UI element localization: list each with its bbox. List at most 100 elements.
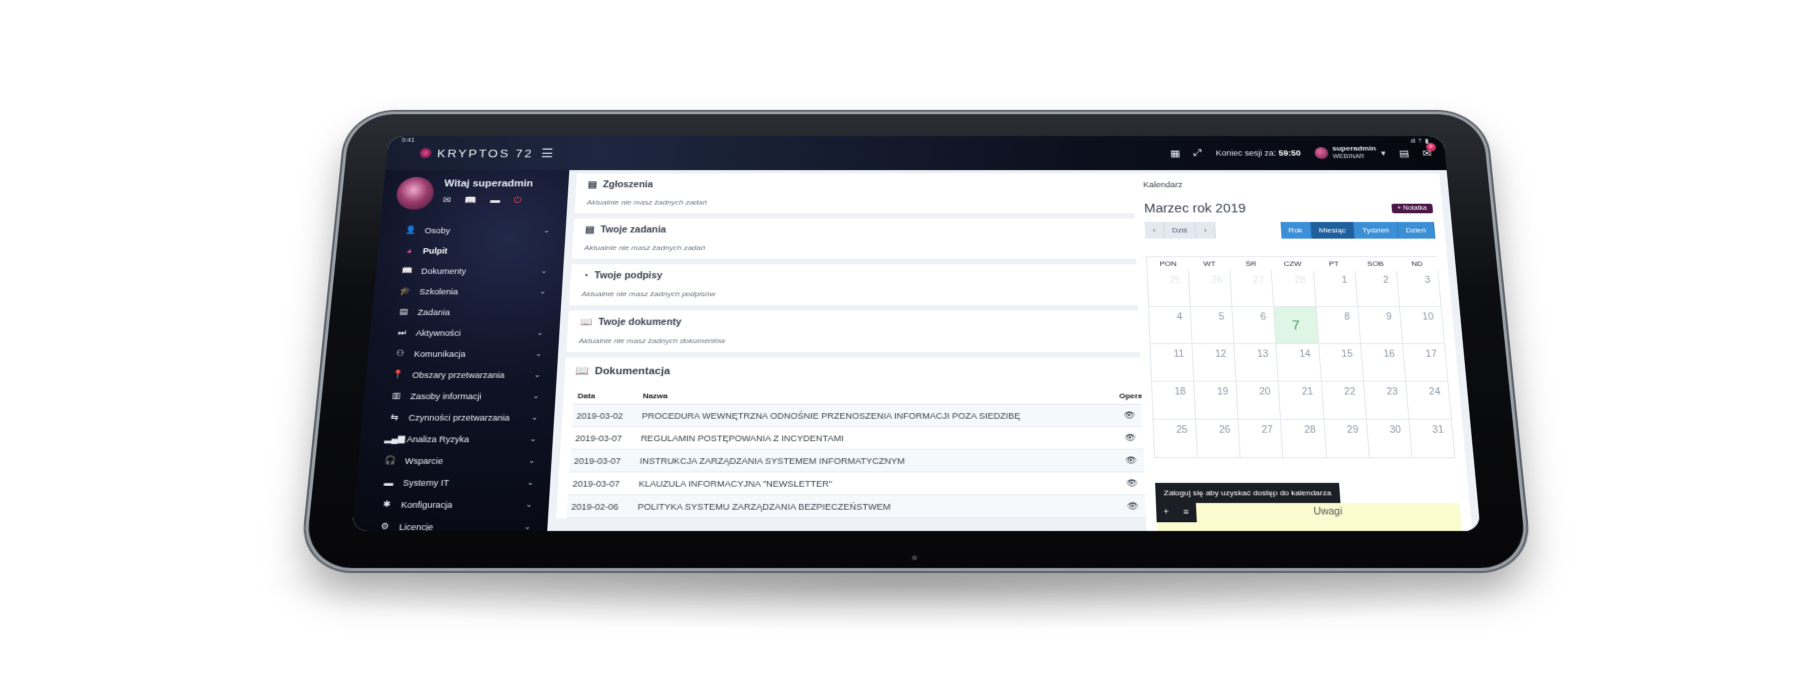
sidebar-item-analiza-ryzyka[interactable]: ▂▄▆ Analiza Ryzyka ⌄ [359, 428, 553, 450]
document-name[interactable]: PROCEDURA WEWNĘTRZNA ODNOŚNIE PRZENOSZEN… [637, 404, 1101, 427]
calendar-day[interactable]: 28 [1281, 419, 1327, 459]
calendar-day[interactable]: 27 [1238, 419, 1284, 459]
document-name[interactable]: KLAUZULA INFORMACYJNA "NEWSLETTER" [634, 471, 1103, 495]
sidebar-item-komunikacja[interactable]: ⚇ Komunikacja ⌄ [367, 343, 559, 364]
calendar-day[interactable]: 13 [1234, 344, 1280, 382]
sidebar-item-licencje[interactable]: ⚙ Licencje ⌄ [351, 516, 548, 531]
sitemap-icon[interactable]: ▦ [1170, 148, 1181, 158]
sidebar-item-szkolenia[interactable]: 🎓 Szkolenia ⌄ [373, 281, 563, 302]
calendar-day[interactable]: 23 [1363, 381, 1410, 420]
document-name[interactable]: POLITYKA SYSTEMU ZARZĄDZANIA BEZPIECZEŃS… [632, 494, 1104, 518]
calendar-day[interactable]: 31 [1409, 419, 1456, 459]
table-row[interactable]: 2019-03-07 KLAUZULA INFORMACYJNA "NEWSLET… [567, 471, 1162, 495]
table-row[interactable]: 2019-03-07 INSTRUKCJA ZARZĄDZANIA SYSTEME… [569, 449, 1161, 472]
sidebar-item-zasoby-informacji[interactable]: ▥ Zasoby informacji ⌄ [363, 385, 556, 406]
calendar-day[interactable]: 26 [1196, 419, 1241, 459]
chevron-down-icon: ⌄ [535, 349, 543, 358]
calendar-day[interactable]: 18 [1152, 381, 1197, 420]
view-button-0[interactable]: Rok [1280, 221, 1312, 239]
calendar-day[interactable]: 30 [1366, 419, 1413, 459]
calendar-day[interactable]: 27 [1230, 270, 1275, 307]
calendar-day[interactable]: 4 [1149, 306, 1193, 345]
calendar-day[interactable]: 21 [1279, 381, 1325, 420]
sidebar-item-zadania[interactable]: ▤ Zadania [371, 302, 561, 323]
calendar-day[interactable]: 14 [1276, 344, 1322, 382]
calendar-day[interactable]: 24 [1406, 381, 1452, 420]
calendar-day[interactable]: 9 [1358, 306, 1403, 345]
calendar-day[interactable]: 19 [1194, 381, 1239, 420]
mail-badge: 0 [1425, 142, 1437, 151]
tasks-icon[interactable]: ▤ [1399, 148, 1410, 158]
next-month-button[interactable]: › [1195, 221, 1216, 239]
app-logo[interactable]: KRYPTOS 72 [419, 147, 534, 159]
calendar-day[interactable]: 15 [1318, 344, 1364, 382]
flag-icon[interactable]: ▬ [490, 196, 500, 206]
column-name[interactable]: Nazwa [638, 388, 1100, 405]
calendar-day[interactable]: 25 [1147, 270, 1191, 307]
calendar-day[interactable]: 8 [1316, 306, 1361, 345]
envelope-icon[interactable]: ✉ [442, 196, 451, 206]
profile-avatar[interactable] [395, 176, 436, 210]
calendar-day[interactable]: 11 [1150, 344, 1195, 382]
widget-icon: ▤ [587, 180, 598, 190]
calendar-day[interactable]: 26 [1189, 270, 1233, 307]
hamburger-menu-icon[interactable]: ☰ [541, 146, 554, 160]
mail-icon[interactable]: ✉ 0 [1422, 142, 1437, 159]
app-screen: 9:41 ıll ⇡ ▮ KRYPTOS 72 ☰ ▦ ⤢ Koniec ses… [351, 136, 1481, 531]
widget-card: ▤ Twoje zadania Aktualnie nie masz żadnych… [571, 218, 1162, 259]
documentation-title: 📖 Dokumentacja [575, 365, 1157, 377]
fullscreen-icon[interactable]: ⤢ [1193, 148, 1202, 159]
document-name[interactable]: INSTRUKCJA ZARZĄDZANIA SYSTEMEM INFORMAT… [635, 449, 1102, 472]
bar-chart-icon: ▂▄▆ [384, 433, 406, 444]
calendar-day[interactable]: 6 [1232, 306, 1277, 345]
sidebar-item-systemy-it[interactable]: ▬ Systemy IT ⌄ [355, 471, 551, 493]
sidebar-item-konfiguracja[interactable]: ✱ Konfiguracja ⌄ [353, 493, 550, 515]
sidebar-item-osoby[interactable]: 👤 Osoby ⌄ [379, 220, 567, 240]
add-note-icon[interactable]: + [1156, 503, 1177, 522]
calendar-day[interactable]: 22 [1321, 381, 1367, 420]
list-icon[interactable]: ≡ [1176, 503, 1197, 522]
calendar-day[interactable]: 1 [1313, 270, 1359, 307]
calendar-day[interactable]: 29 [1324, 419, 1370, 459]
sidebar-item-wsparcie[interactable]: 🎧 Wsparcie ⌄ [357, 450, 552, 472]
eye-icon[interactable]: 👁 [1126, 478, 1138, 488]
calendar-day[interactable]: 20 [1236, 381, 1282, 420]
table-row[interactable]: 2019-03-07 REGULAMIN POSTĘPOWANIA Z INCYD… [570, 426, 1160, 450]
widget-card: 📖 Twoje dokumenty Aktualnie nie masz żadny… [566, 310, 1166, 353]
calendar-day[interactable]: 2 [1355, 270, 1400, 307]
calendar-day[interactable]: 25 [1153, 419, 1199, 459]
calendar-day-today[interactable]: 7 [1274, 306, 1319, 345]
power-icon[interactable]: ⏻ [513, 196, 521, 206]
document-name[interactable]: REGULAMIN POSTĘPOWANIA Z INCYDENTAMI [636, 426, 1102, 450]
table-row[interactable]: 2019-02-06 POLITYKA SYSTEMU ZARZĄDZANIA B… [566, 494, 1163, 518]
sidebar-item-czynności-przetwarzania[interactable]: ⇆ Czynności przetwarzania ⌄ [361, 407, 555, 428]
prev-month-button[interactable]: ‹ [1144, 221, 1165, 239]
view-button-3[interactable]: Dzień [1397, 221, 1436, 239]
eye-icon[interactable]: 👁 [1124, 410, 1136, 419]
table-row[interactable]: 2019-03-02 PROCEDURA WEWNĘTRZNA ODNOŚNIE … [571, 404, 1159, 427]
view-button-1[interactable]: Miesiąc [1310, 221, 1356, 239]
column-date[interactable]: Data [573, 388, 640, 405]
calendar-day[interactable]: 10 [1399, 306, 1445, 345]
calendar-day[interactable]: 12 [1192, 344, 1237, 382]
session-time: 59:50 [1278, 148, 1302, 158]
eye-icon[interactable]: 👁 [1127, 501, 1139, 511]
add-note-button[interactable]: + Notatka [1391, 203, 1434, 213]
user-menu[interactable]: superadmin WEBINAR ▾ [1313, 145, 1387, 162]
calendar-day[interactable]: 28 [1272, 270, 1317, 307]
calendar-day[interactable]: 3 [1396, 270, 1442, 307]
sidebar-item-dokumenty[interactable]: 📖 Dokumenty ⌄ [375, 261, 564, 281]
calendar-day[interactable]: 17 [1402, 344, 1449, 382]
sidebar-item-aktywności[interactable]: ⏭ Aktywności ⌄ [369, 322, 560, 343]
calendar-day[interactable]: 5 [1190, 306, 1235, 345]
calendar-day[interactable]: 16 [1360, 344, 1407, 382]
calendar-panel: Kalendarz Marzec rok 2019 + Notatka ‹ Dz… [1133, 173, 1473, 531]
sidebar-item-pulpit[interactable]: ◕ Pulpit [377, 240, 565, 260]
sidebar-item-label: Czynności przetwarzania [408, 412, 511, 422]
eye-icon[interactable]: 👁 [1124, 433, 1136, 442]
eye-icon[interactable]: 👁 [1125, 455, 1137, 464]
sidebar-item-obszary-przetwarzania[interactable]: 📍 Obszary przetwarzania ⌄ [365, 364, 557, 385]
view-button-2[interactable]: Tydzień [1353, 221, 1399, 239]
book-icon[interactable]: 📖 [464, 196, 477, 206]
today-button[interactable]: Dziś [1163, 221, 1197, 239]
